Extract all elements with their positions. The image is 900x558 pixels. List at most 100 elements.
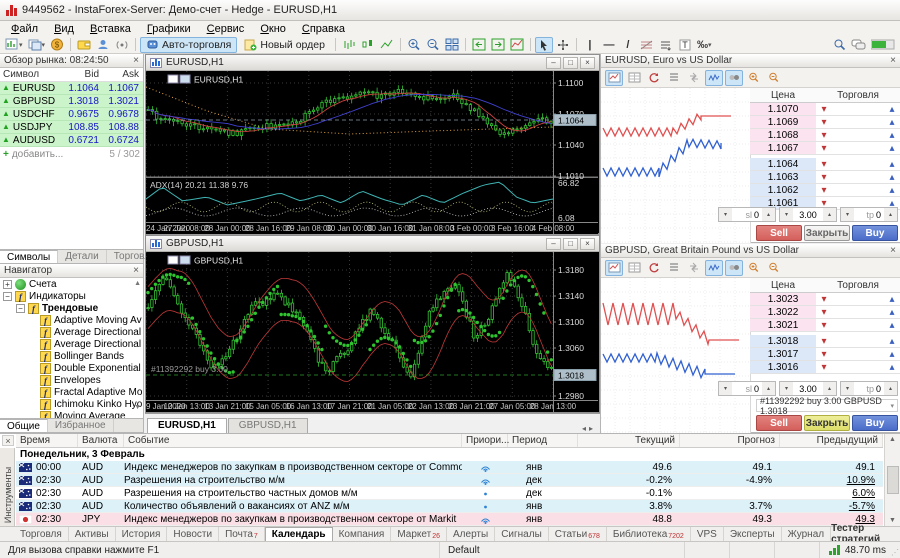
position-selector[interactable]: #11392292 buy 3.00 GBPUSD 1.3018▾ bbox=[756, 399, 898, 412]
chart-window-gbpusd[interactable]: GBPUSD,H1 – □ × #11392292 buy 3.001.3180… bbox=[145, 235, 600, 413]
buy-button[interactable]: Buy bbox=[852, 415, 898, 431]
menu-window[interactable]: Окно bbox=[252, 23, 294, 35]
tabs-scroll-right-icon[interactable]: ▸ bbox=[589, 424, 596, 433]
tp-up-button[interactable]: ▴ bbox=[884, 382, 897, 395]
ask-row[interactable]: 1.1070▾▴ bbox=[750, 103, 900, 116]
tree-item-indicator[interactable]: fBollinger Bands bbox=[0, 350, 143, 362]
tp-down-button[interactable]: ▾ bbox=[841, 382, 854, 395]
ask-row[interactable]: 1.3021▾▴ bbox=[750, 319, 900, 332]
tab-vps[interactable]: VPS bbox=[691, 527, 724, 541]
menu-charts[interactable]: Графики bbox=[139, 23, 199, 35]
sl-up-button[interactable]: ▴ bbox=[762, 208, 775, 221]
resize-grip[interactable]: ⋰ bbox=[891, 548, 899, 557]
lot-up-button[interactable]: ▴ bbox=[823, 382, 836, 395]
chart-window-eurusd[interactable]: EURUSD,H1 – □ × ADX(14) 20.21 11.38 9.76… bbox=[145, 54, 600, 234]
tp-stepper[interactable]: ▾tp0▴ bbox=[840, 381, 898, 396]
calendar-event-row[interactable]: 02:30 AUD Количество объявлений о ваканс… bbox=[16, 500, 883, 513]
sell-at-price-button[interactable]: ▾ bbox=[816, 142, 832, 154]
buy-at-price-button[interactable]: ▴ bbox=[884, 184, 900, 196]
sell-button[interactable]: Sell bbox=[756, 415, 802, 431]
tab-assets[interactable]: Активы bbox=[69, 527, 116, 541]
tree-item-indicator[interactable]: fFractal Adaptive Mo bbox=[0, 386, 143, 398]
buy-at-price-button[interactable]: ▴ bbox=[884, 306, 900, 318]
bid-row[interactable]: 1.1063▾▴ bbox=[750, 171, 900, 184]
orderbook-icon[interactable] bbox=[665, 260, 683, 276]
zoom-out-icon[interactable] bbox=[765, 70, 783, 86]
tab-mail[interactable]: Почта7 bbox=[219, 527, 265, 541]
chart-shift-button[interactable] bbox=[470, 37, 488, 53]
calendar-event-row[interactable]: 02:30 AUD Разрешения на строительство ча… bbox=[16, 487, 883, 500]
ask-row[interactable]: 1.3022▾▴ bbox=[750, 306, 900, 319]
sell-at-price-button[interactable]: ▾ bbox=[816, 319, 832, 331]
tab-articles[interactable]: Статьи678 bbox=[549, 527, 607, 541]
symbol-row-usdchf[interactable]: ▲USDCHF0.96750.9678 bbox=[0, 108, 143, 121]
scroll-up-icon[interactable]: ▲ bbox=[134, 280, 141, 287]
tick-chart-gbpusd[interactable] bbox=[601, 278, 751, 433]
zoom-in-button[interactable] bbox=[405, 37, 423, 53]
symbol-row-audusd[interactable]: ▲AUDUSD0.67210.6724 bbox=[0, 134, 143, 147]
tab-news[interactable]: Новости bbox=[167, 527, 219, 541]
calendar-event-row[interactable]: 00:00 AUD Индекс менеджеров по закупкам … bbox=[16, 461, 883, 474]
signals-button[interactable] bbox=[113, 37, 131, 53]
line-chart-type-button[interactable] bbox=[378, 37, 396, 53]
close-icon[interactable]: × bbox=[580, 238, 595, 250]
sell-at-price-button[interactable]: ▾ bbox=[816, 129, 832, 141]
menu-tools[interactable]: Сервис bbox=[199, 23, 253, 35]
zoom-in-icon[interactable] bbox=[745, 260, 763, 276]
sell-at-price-button[interactable]: ▾ bbox=[816, 348, 832, 360]
tree-item-indicator[interactable]: fEnvelopes bbox=[0, 374, 143, 386]
buy-at-price-button[interactable]: ▴ bbox=[884, 103, 900, 115]
crosshair-tool-button[interactable] bbox=[554, 37, 572, 53]
community-button[interactable] bbox=[94, 37, 112, 53]
sell-at-price-button[interactable]: ▾ bbox=[816, 361, 832, 373]
ask-row[interactable]: 1.1068▾▴ bbox=[750, 129, 900, 142]
buy-at-price-button[interactable]: ▴ bbox=[884, 158, 900, 170]
ask-row[interactable]: 1.1067▾▴ bbox=[750, 142, 900, 155]
tick-chart-icon[interactable] bbox=[605, 260, 623, 276]
mdi-tab-eurusd[interactable]: EURUSD,H1 bbox=[147, 418, 227, 433]
calendar-scrollbar[interactable]: ▲ ▼ bbox=[884, 434, 900, 526]
tab-favorites[interactable]: Избранное bbox=[48, 419, 114, 432]
shapes-tool-button[interactable]: ‰▾ bbox=[695, 37, 714, 53]
bid-row[interactable]: 1.1062▾▴ bbox=[750, 184, 900, 197]
tab-journal[interactable]: Журнал bbox=[782, 527, 832, 541]
auto-scroll-button[interactable] bbox=[489, 37, 507, 53]
vertical-line-tool-button[interactable]: | bbox=[581, 37, 599, 53]
horizontal-line-tool-button[interactable]: — bbox=[600, 37, 618, 53]
tabs-scroll-left-icon[interactable]: ◂ bbox=[582, 424, 589, 433]
menu-help[interactable]: Справка bbox=[294, 23, 353, 35]
calendar-event-row[interactable]: 02:30 JPY Индекс менеджеров по закупкам … bbox=[16, 513, 883, 526]
latency-cell[interactable]: 48.70 ms bbox=[829, 545, 900, 556]
close-button[interactable]: Закрыть bbox=[804, 415, 850, 431]
calendar-event-row[interactable]: 02:30 AUD Разрешения на строительство м/… bbox=[16, 474, 883, 487]
bid-row[interactable]: 1.3017▾▴ bbox=[750, 348, 900, 361]
candle-chart-type-button[interactable] bbox=[359, 37, 377, 53]
sell-at-price-button[interactable]: ▾ bbox=[816, 184, 832, 196]
history-center-button[interactable]: $ bbox=[48, 37, 66, 53]
tile-windows-button[interactable] bbox=[443, 37, 461, 53]
depth-close-icon[interactable]: × bbox=[890, 245, 896, 256]
sl-down-button[interactable]: ▾ bbox=[719, 208, 732, 221]
ask-row[interactable]: 1.1069▾▴ bbox=[750, 116, 900, 129]
toolbox-side-tab[interactable]: Инструменты bbox=[0, 448, 15, 526]
bar-chart-type-button[interactable] bbox=[340, 37, 358, 53]
tp-stepper[interactable]: ▾tp0▴ bbox=[840, 207, 898, 222]
indicators-button[interactable] bbox=[508, 37, 526, 53]
sl-stepper[interactable]: ▾sl0▴ bbox=[718, 207, 776, 222]
collapse-icon[interactable]: − bbox=[3, 292, 12, 301]
autotrade-toggle[interactable]: Авто-торговля bbox=[140, 37, 237, 53]
sell-button[interactable]: Sell bbox=[756, 225, 802, 241]
tab-trade[interactable]: Торговля bbox=[14, 527, 69, 541]
tab-market[interactable]: Маркет26 bbox=[391, 527, 447, 541]
tree-item-indicator[interactable]: fAverage Directional bbox=[0, 326, 143, 338]
toolbox-close-icon[interactable]: × bbox=[2, 435, 14, 446]
tick-type-icon[interactable] bbox=[705, 70, 723, 86]
tab-details[interactable]: Детали bbox=[58, 250, 106, 263]
lot-stepper[interactable]: ▾3.00▴ bbox=[779, 381, 837, 396]
buy-at-price-button[interactable]: ▴ bbox=[884, 293, 900, 305]
sell-at-price-button[interactable]: ▾ bbox=[816, 116, 832, 128]
buy-at-price-button[interactable]: ▴ bbox=[884, 348, 900, 360]
refresh-icon[interactable] bbox=[645, 260, 663, 276]
expand-icon[interactable]: + bbox=[3, 280, 12, 289]
sl-up-button[interactable]: ▴ bbox=[762, 382, 775, 395]
